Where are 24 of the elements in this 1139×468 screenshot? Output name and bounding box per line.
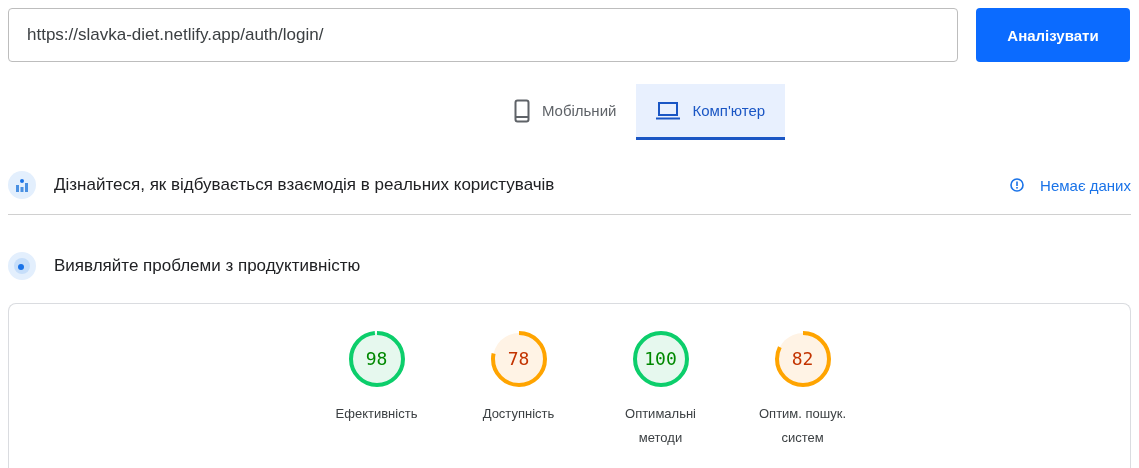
- analyze-button[interactable]: Аналізувати: [976, 8, 1130, 62]
- lab-data-title: Виявляйте проблеми з продуктивністю: [54, 256, 362, 276]
- target-icon: [8, 252, 36, 280]
- device-tab[interactable]: Комп'ютер: [636, 84, 786, 140]
- score-label: Оптимальні методи: [624, 405, 697, 447]
- info-icon: [1010, 178, 1025, 192]
- field-data-title: Дізнайтеся, як відбувається взаємодія в реальних користувачів: [54, 175, 556, 195]
- score-label: Ефективність: [335, 405, 418, 423]
- score-value: 82: [791, 350, 814, 368]
- device-tab[interactable]: Мобільний: [493, 84, 637, 140]
- laptop-icon: [656, 101, 681, 120]
- score-label: Оптим. пошук. систем: [758, 405, 847, 447]
- score-value: 98: [365, 350, 388, 368]
- no-data-link[interactable]: Немає даних: [1010, 176, 1131, 194]
- url-field[interactable]: https://slavka-diet.netlify.app/auth/login/: [8, 8, 958, 62]
- score-label: Доступність: [482, 405, 555, 423]
- score-gauge: [489, 330, 548, 388]
- score-gauge: [347, 330, 406, 388]
- score-value: 100: [644, 350, 677, 368]
- score-value: 78: [507, 350, 530, 368]
- score-gauge: [631, 330, 690, 388]
- score-gauge: [773, 330, 832, 388]
- users-chart-icon: [8, 171, 36, 199]
- phone-icon: [513, 98, 530, 123]
